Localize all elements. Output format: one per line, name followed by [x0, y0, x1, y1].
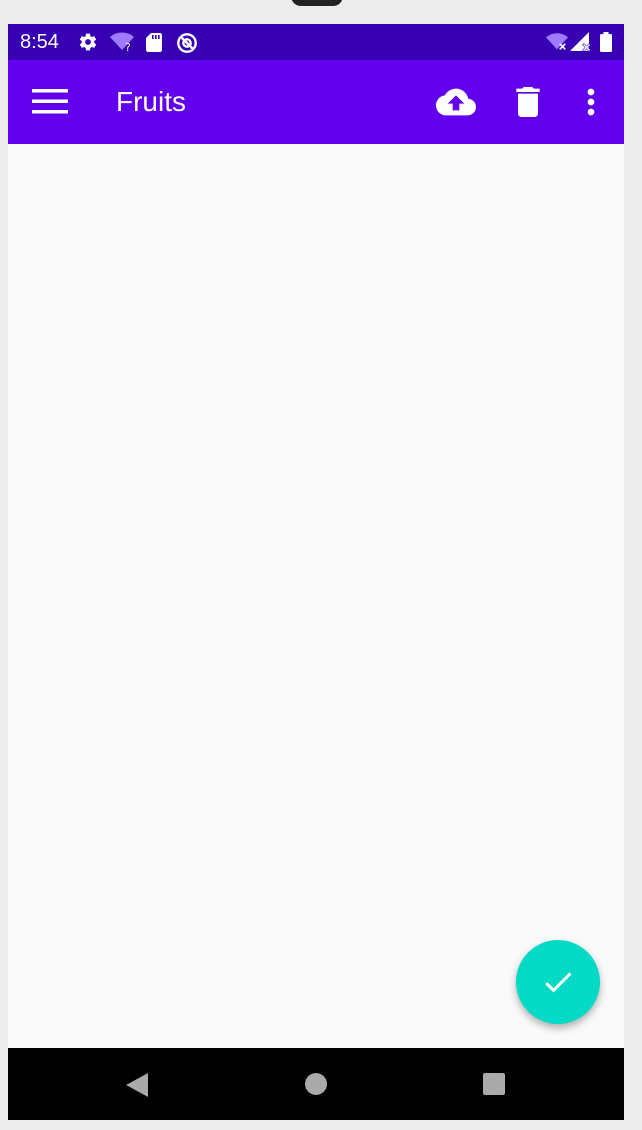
back-icon[interactable]: [124, 1072, 150, 1098]
app-title: Fruits: [116, 86, 186, 117]
recents-icon[interactable]: [482, 1072, 506, 1096]
battery-icon: [600, 32, 612, 52]
svg-text:?: ?: [125, 41, 131, 52]
status-time: 8:54: [20, 31, 59, 53]
signal-off-icon: [570, 32, 591, 52]
status-bar: 8:54 ?: [8, 24, 624, 60]
check-icon: [545, 972, 572, 993]
menu-icon[interactable]: [30, 82, 70, 122]
home-icon[interactable]: [304, 1072, 328, 1096]
sd-card-icon: [146, 33, 162, 52]
data-saver-icon: [177, 33, 197, 53]
camera-notch: [291, 0, 343, 6]
settings-icon: [79, 33, 97, 51]
delete-icon[interactable]: [508, 82, 548, 122]
wifi-question-icon: ?: [110, 32, 134, 52]
app-bar: Fruits: [8, 60, 624, 144]
confirm-fab-button[interactable]: [516, 940, 600, 1024]
cloud-upload-icon[interactable]: [436, 82, 476, 122]
wifi-off-icon: [546, 33, 568, 50]
phone-screen: 8:54 ? Fruits: [8, 24, 624, 1120]
content-area: [8, 144, 624, 1048]
more-vert-icon[interactable]: [571, 82, 611, 122]
navigation-bar: [8, 1048, 624, 1120]
